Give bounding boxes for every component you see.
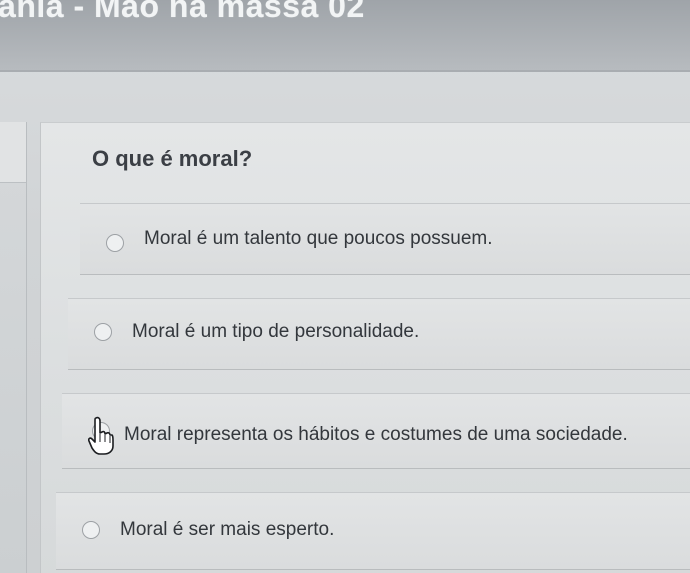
radio-button-4[interactable] (82, 521, 100, 539)
answer-option-3[interactable]: Moral representa os hábitos e costumes d… (62, 393, 690, 469)
header-divider (0, 70, 690, 72)
radio-button-2[interactable] (94, 323, 112, 341)
answer-option-label: Moral é um talento que poucos possuem. (144, 228, 493, 249)
answer-option-1[interactable]: Moral é um talento que poucos possuem. (80, 203, 690, 275)
answer-option-label: Moral é ser mais esperto. (120, 519, 335, 540)
question-text: O que é moral? (92, 146, 253, 171)
page-title: dania - Mão na massa 02 (0, 0, 365, 24)
answer-option-2[interactable]: Moral é um tipo de personalidade. (68, 298, 690, 370)
answer-option-4[interactable]: Moral é ser mais esperto. (56, 492, 690, 570)
answer-option-label: Moral representa os hábitos e costumes d… (124, 424, 628, 445)
answer-option-label: Moral é um tipo de personalidade. (132, 321, 420, 342)
page-header: dania - Mão na massa 02 (0, 0, 690, 70)
hand-pointer-icon (88, 416, 114, 455)
radio-button-1[interactable] (106, 234, 124, 252)
side-panel-tab[interactable] (0, 122, 26, 183)
side-panel (0, 122, 27, 573)
